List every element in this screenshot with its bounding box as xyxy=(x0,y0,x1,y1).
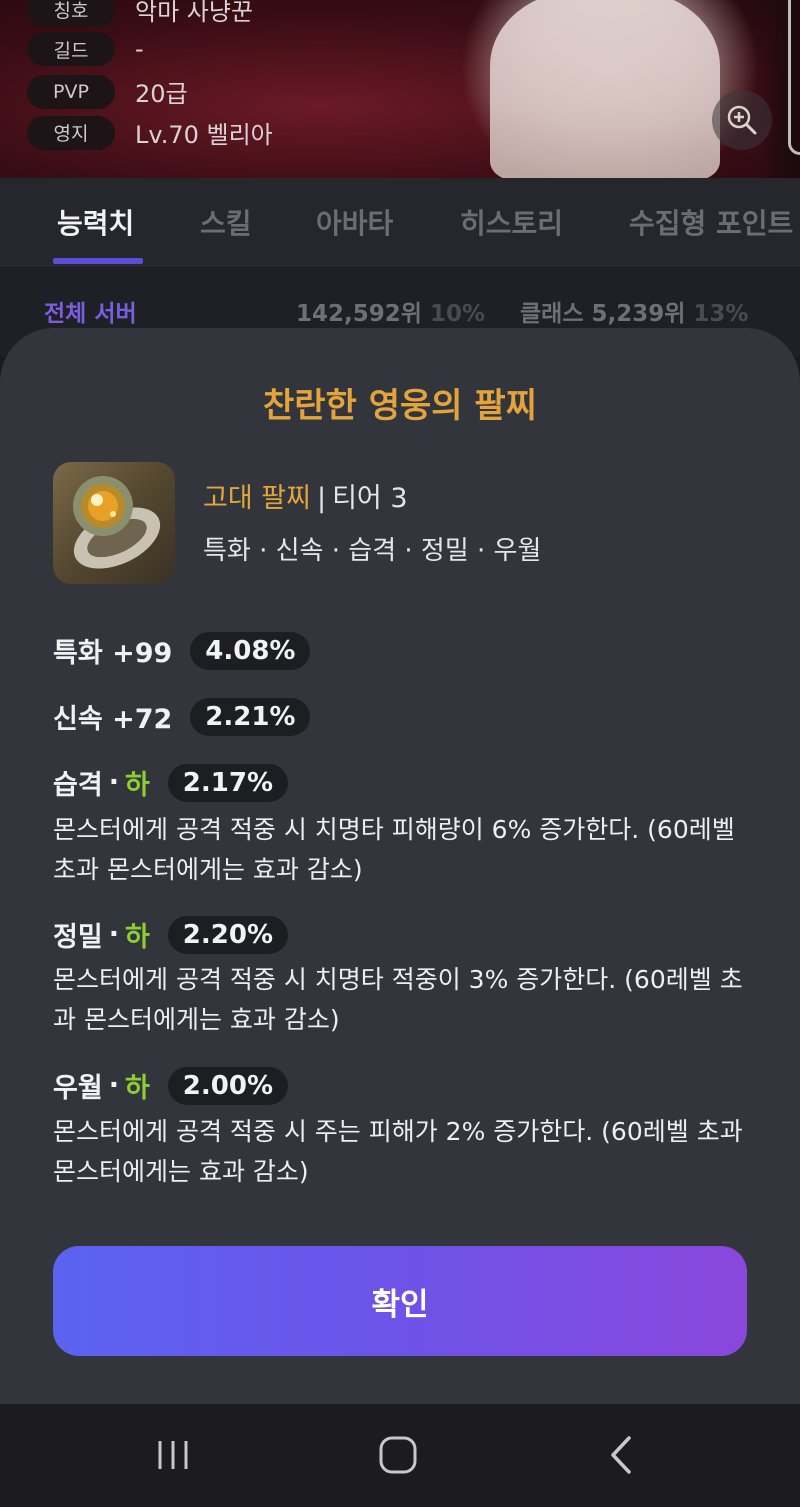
stat-row: 특화 +99 4.08% xyxy=(53,631,311,670)
effect-dot: · xyxy=(108,767,119,798)
effect-grade: 하 xyxy=(124,770,150,801)
stat-percent-badge: 4.08% xyxy=(190,631,311,670)
stat-row: 신속 +72 2.21% xyxy=(53,697,311,736)
effect-description: 몬스터에게 공격 적중 시 치명타 피해량이 6% 증가한다. (60레벨 초과… xyxy=(53,815,735,884)
item-grade-tier: 고대 팔찌 | 티어 3 xyxy=(203,476,408,515)
effect-percent-badge: 2.17% xyxy=(167,763,288,802)
recents-button[interactable] xyxy=(144,1430,204,1480)
profile-row-guild: 길드 - xyxy=(27,32,144,66)
effect-header: 정밀 · 하 2.20% xyxy=(53,915,288,954)
effect-name: 습격 xyxy=(53,770,103,801)
info-value: 악마 사냥꾼 xyxy=(135,0,254,26)
item-tier: 티어 3 xyxy=(332,483,408,514)
recents-icon xyxy=(158,1441,188,1469)
scroll-edge xyxy=(788,0,800,155)
tab-avatar[interactable]: 아바타 xyxy=(316,202,393,242)
back-icon xyxy=(611,1436,631,1474)
character-profile-header: 칭호 악마 사냥꾼 길드 - PVP 20급 영지 Lv.70 벨리아 xyxy=(0,0,800,178)
server-rank: 142,592위 10% xyxy=(296,294,485,328)
effect-grade: 하 xyxy=(124,1073,150,1104)
active-tab-indicator xyxy=(53,258,143,264)
character-portrait xyxy=(490,0,720,178)
info-value: Lv.70 벨리아 xyxy=(135,121,273,149)
stat-percent-badge: 2.21% xyxy=(190,697,311,736)
ranking-scope-label[interactable]: 전체 서버 xyxy=(44,294,137,328)
bracelet-icon xyxy=(53,462,175,584)
effect-header: 우월 · 하 2.00% xyxy=(53,1066,288,1105)
effect-dot: · xyxy=(108,919,119,950)
effect-description: 몬스터에게 공격 적중 시 주는 피해가 2% 증가한다. (60레벨 초과 몬… xyxy=(53,1117,743,1186)
item-title: 찬란한 영웅의 팔찌 xyxy=(263,386,537,426)
tab-collectibles[interactable]: 수집형 포인트 xyxy=(629,202,793,242)
class-rank: 클래스 5,239위 13% xyxy=(520,294,748,328)
info-label: 길드 xyxy=(27,32,115,66)
info-label: PVP xyxy=(27,74,115,109)
effect-dot: · xyxy=(108,1070,119,1101)
tab-stats[interactable]: 능력치 xyxy=(57,202,134,242)
home-icon xyxy=(379,1436,417,1474)
stat-name: 특화 +99 xyxy=(53,638,173,669)
item-stat-summary: 특화 · 신속 · 습격 · 정밀 · 우월 xyxy=(203,536,542,566)
info-label: 칭호 xyxy=(27,0,115,27)
zoom-button[interactable] xyxy=(712,90,772,150)
effect-header: 습격 · 하 2.17% xyxy=(53,763,288,802)
profile-row-title: 칭호 악마 사냥꾼 xyxy=(27,0,253,27)
effect-percent-badge: 2.20% xyxy=(167,915,288,954)
item-separator: | xyxy=(316,483,327,514)
server-rank-value: 142,592위 xyxy=(296,301,422,327)
item-grade: 고대 팔찌 xyxy=(203,483,311,514)
info-value: 20급 xyxy=(135,80,188,108)
stat-name: 신속 +72 xyxy=(53,704,173,735)
zoom-in-icon xyxy=(727,105,757,135)
server-rank-percent: 10% xyxy=(429,301,485,327)
class-rank-percent: 13% xyxy=(693,301,749,327)
profile-row-estate: 영지 Lv.70 벨리아 xyxy=(27,115,273,150)
tab-history[interactable]: 히스토리 xyxy=(460,202,563,242)
info-value: - xyxy=(135,35,144,63)
info-label: 영지 xyxy=(27,115,115,150)
effect-description: 몬스터에게 공격 적중 시 치명타 적중이 3% 증가한다. (60레벨 초과 … xyxy=(53,965,743,1034)
home-button[interactable] xyxy=(368,1430,428,1480)
effect-percent-badge: 2.00% xyxy=(167,1066,288,1105)
profile-row-pvp: PVP 20급 xyxy=(27,74,188,109)
effect-name: 정밀 xyxy=(53,922,103,953)
tab-skills[interactable]: 스킬 xyxy=(200,202,252,242)
effect-name: 우월 xyxy=(53,1073,103,1104)
effect-grade: 하 xyxy=(124,922,150,953)
class-rank-value: 클래스 5,239위 xyxy=(520,301,686,327)
back-button[interactable] xyxy=(592,1430,652,1480)
confirm-button[interactable]: 확인 xyxy=(53,1246,747,1356)
